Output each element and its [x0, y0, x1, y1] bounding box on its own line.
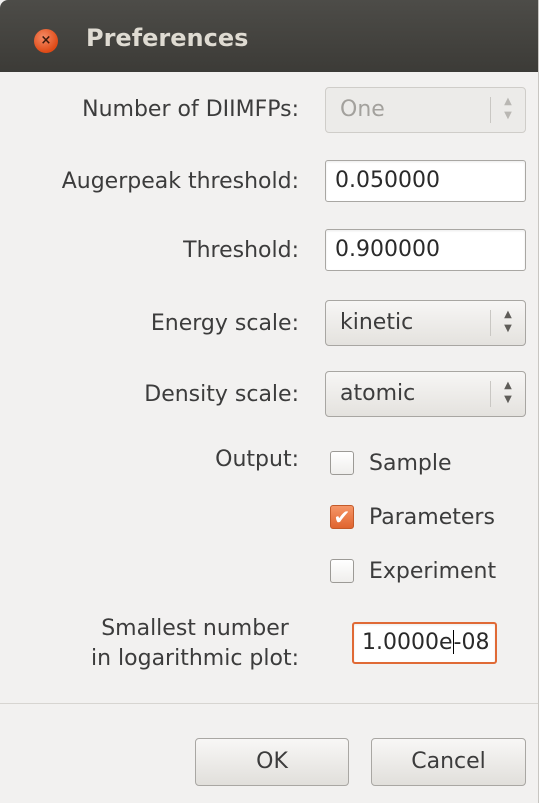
title-bar[interactable]: × Preferences: [0, 0, 538, 72]
chevron-up-icon: ▲: [504, 309, 512, 320]
experiment-checkbox[interactable]: [330, 559, 354, 583]
energy-scale-value: kinetic: [340, 310, 414, 335]
parameters-checkbox[interactable]: ✔: [330, 505, 354, 529]
energy-scale-combo[interactable]: kinetic ▲ ▼: [325, 300, 526, 346]
augerpeak-threshold-label: Augerpeak threshold:: [61, 169, 299, 194]
sample-checkbox[interactable]: [330, 451, 354, 475]
density-scale-label: Density scale:: [144, 382, 299, 407]
output-label: Output:: [215, 447, 299, 472]
threshold-label: Threshold:: [183, 238, 299, 263]
ok-button[interactable]: OK: [195, 738, 349, 786]
density-scale-value: atomic: [340, 381, 416, 406]
close-icon[interactable]: ×: [34, 29, 58, 53]
smallest-number-label-line1: Smallest number: [101, 616, 289, 641]
energy-scale-label: Energy scale:: [150, 311, 299, 336]
smallest-number-label: Smallest number in logarithmic plot:: [91, 614, 299, 674]
experiment-label[interactable]: Experiment: [369, 556, 496, 588]
diimfps-label: Number of DIIMFPs:: [82, 97, 299, 122]
sample-label[interactable]: Sample: [369, 448, 452, 480]
smallest-number-value-start: 1.0000e: [362, 630, 453, 655]
dialog-title: Preferences: [86, 24, 249, 52]
parameters-label[interactable]: Parameters: [369, 502, 495, 534]
up-down-arrows-icon: ▲ ▼: [502, 95, 514, 123]
smallest-number-label-line2: in logarithmic plot:: [90, 646, 299, 671]
density-scale-combo[interactable]: atomic ▲ ▼: [325, 371, 526, 417]
chevron-down-icon: ▼: [504, 394, 512, 405]
dialog-divider: [0, 703, 538, 704]
threshold-input[interactable]: 0.900000: [325, 229, 526, 271]
diimfps-value: One: [340, 97, 385, 122]
augerpeak-threshold-input[interactable]: 0.050000: [325, 160, 526, 202]
combo-separator: [490, 381, 491, 407]
combo-separator: [490, 310, 491, 336]
diimfps-combo: One ▲ ▼: [325, 87, 526, 133]
up-down-arrows-icon: ▲ ▼: [502, 308, 514, 336]
combo-separator: [490, 97, 491, 123]
chevron-up-icon: ▲: [504, 96, 512, 107]
up-down-arrows-icon: ▲ ▼: [502, 379, 514, 407]
preferences-dialog: × Preferences Number of DIIMFPs: One ▲ ▼…: [0, 0, 539, 803]
smallest-number-input[interactable]: 1.0000e-08: [352, 622, 497, 664]
chevron-up-icon: ▲: [504, 380, 512, 391]
cancel-button[interactable]: Cancel: [371, 738, 526, 786]
chevron-down-icon: ▼: [504, 110, 512, 121]
smallest-number-value-end: -08: [453, 630, 490, 655]
chevron-down-icon: ▼: [504, 323, 512, 334]
